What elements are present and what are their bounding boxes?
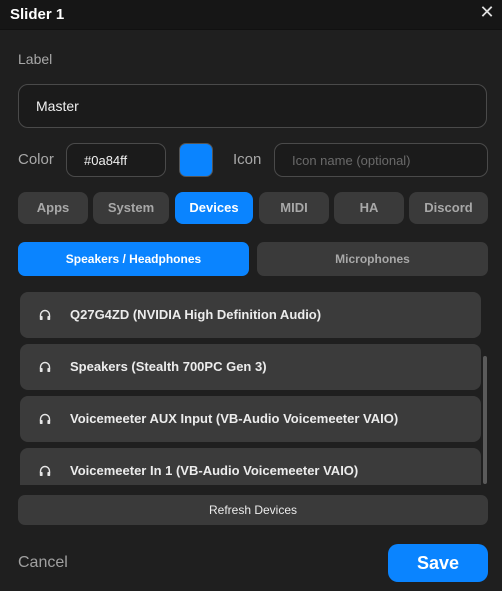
headphones-icon: [39, 309, 51, 320]
tab-ha[interactable]: HA: [334, 192, 404, 224]
device-name: Speakers (Stealth 700PC Gen 3): [70, 359, 267, 374]
color-swatch[interactable]: [179, 143, 213, 177]
device-name: Voicemeeter In 1 (VB-Audio Voicemeeter V…: [70, 463, 359, 478]
device-name: Q27G4ZD (NVIDIA High Definition Audio): [70, 307, 322, 322]
save-button[interactable]: Save: [388, 544, 488, 582]
device-item[interactable]: Speakers (Stealth 700PC Gen 3): [20, 344, 481, 390]
color-hex-input[interactable]: [66, 143, 166, 177]
cancel-button[interactable]: Cancel: [18, 554, 68, 572]
tab-discord[interactable]: Discord: [409, 192, 488, 224]
icon-caption: Icon: [233, 151, 262, 168]
device-item[interactable]: Q27G4ZD (NVIDIA High Definition Audio): [20, 292, 481, 338]
headphones-icon: [39, 465, 51, 476]
label-caption: Label: [18, 51, 53, 67]
icon-name-input[interactable]: [274, 143, 488, 177]
title-bar: Slider 1 ✕: [0, 0, 502, 30]
device-list-scrollbar[interactable]: [483, 356, 487, 484]
window-title: Slider 1: [10, 6, 65, 23]
color-caption: Color: [18, 151, 54, 168]
close-icon[interactable]: ✕: [478, 3, 496, 21]
tab-apps[interactable]: Apps: [18, 192, 88, 224]
device-name: Voicemeeter AUX Input (VB-Audio Voicemee…: [70, 411, 399, 426]
tab-devices[interactable]: Devices: [175, 192, 253, 224]
device-item[interactable]: Voicemeeter AUX Input (VB-Audio Voicemee…: [20, 396, 481, 442]
headphones-icon: [39, 361, 51, 372]
headphones-icon: [39, 413, 51, 424]
tab-midi[interactable]: MIDI: [259, 192, 329, 224]
label-input[interactable]: [18, 84, 487, 128]
device-list: Q27G4ZD (NVIDIA High Definition Audio) S…: [18, 290, 484, 485]
tab-system[interactable]: System: [93, 192, 169, 224]
refresh-devices-button[interactable]: Refresh Devices: [18, 495, 488, 525]
subtab-microphones[interactable]: Microphones: [257, 242, 488, 276]
subtab-speakers-headphones[interactable]: Speakers / Headphones: [18, 242, 249, 276]
device-item[interactable]: Voicemeeter In 1 (VB-Audio Voicemeeter V…: [20, 448, 481, 485]
